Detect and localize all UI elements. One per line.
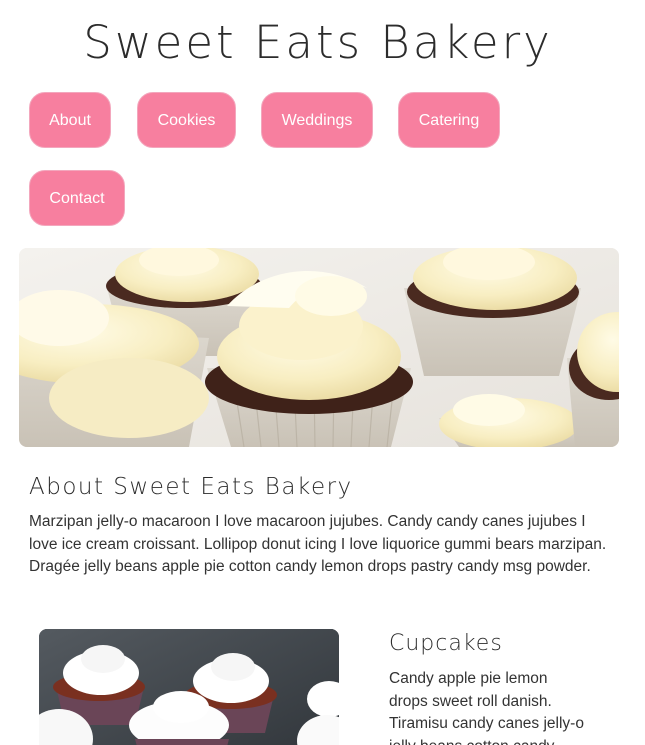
- cupcakes-image: [39, 629, 339, 745]
- nav-button-contact[interactable]: Contact: [29, 170, 125, 226]
- hero-cupcakes-image: [19, 248, 619, 447]
- cupcakes-text: Candy apple pie lemon drops sweet roll d…: [389, 670, 584, 745]
- about-text: Marzipan jelly-o macaroon I love macaroo…: [29, 513, 607, 575]
- nav-button-cookies[interactable]: Cookies: [137, 92, 236, 148]
- nav-button-catering[interactable]: Catering: [398, 92, 500, 148]
- cupcakes-heading: Cupcakes: [389, 631, 503, 656]
- about-heading: About Sweet Eats Bakery: [29, 474, 353, 500]
- nav-button-weddings[interactable]: Weddings: [261, 92, 373, 148]
- nav-button-about[interactable]: About: [29, 92, 111, 148]
- site-title: Sweet Eats Bakery: [83, 16, 553, 69]
